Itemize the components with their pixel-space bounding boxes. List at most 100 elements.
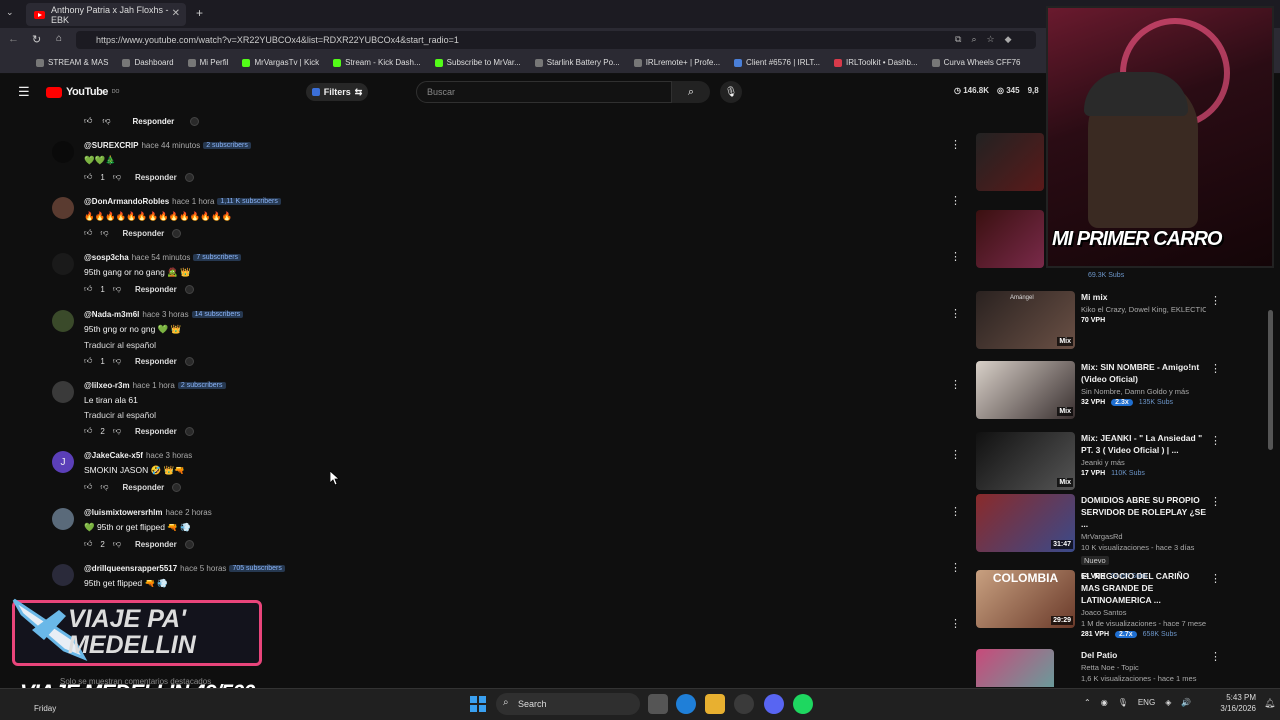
reply-button[interactable]: Responder [133,117,175,126]
close-tab-icon[interactable]: ✕ [172,8,180,19]
dislike-icon[interactable]: 👎︎ [113,539,121,549]
more-options-icon[interactable]: ⋮ [950,378,961,391]
more-options-icon[interactable]: ⋮ [1210,362,1221,375]
video-thumbnail[interactable] [976,133,1044,191]
youtube-logo[interactable]: YouTube DO [46,86,119,98]
video-thumbnail[interactable]: Mix [976,361,1075,419]
more-options-icon[interactable]: ⋮ [1210,294,1221,307]
reply-button[interactable]: Responder [135,357,177,366]
obs-icon[interactable] [734,694,754,714]
extension-icon[interactable]: ◆ [1005,34,1012,45]
more-options-icon[interactable]: ⋮ [950,307,961,320]
back-icon[interactable]: ← [8,33,19,45]
dislike-icon[interactable]: 👎︎ [113,426,121,436]
notification-icon[interactable]: 🔔︎ [1264,698,1275,709]
search-button[interactable]: ⌕ [672,81,710,103]
bookmark-item[interactable]: Stream - Kick Dash... [333,58,421,67]
wifi-icon[interactable]: ◈ [1165,698,1171,707]
reply-button[interactable]: Responder [135,427,177,436]
dislike-icon[interactable]: 👎︎ [102,116,110,126]
sidebar-video[interactable]: Mix Mix: JEANKI - " La Ansiedad " PT. 3 … [976,432,1216,492]
new-tab-icon[interactable]: + [196,6,203,20]
video-thumbnail[interactable]: 31:47 [976,494,1075,552]
avatar[interactable] [52,253,74,275]
video-title[interactable]: Mi mix [1081,291,1206,303]
menu-icon[interactable]: ☰ [18,84,30,100]
avatar[interactable] [52,141,74,163]
dislike-icon[interactable]: 👎︎ [113,356,121,366]
comment-author[interactable]: @SUREXCRIP [84,141,138,150]
like-icon[interactable]: 👍︎ [84,172,92,182]
open-app-icon[interactable]: ⧉ [955,34,961,45]
bookmark-item[interactable]: IRLremote+ | Profe... [633,58,720,67]
like-icon[interactable]: 👍︎ [84,284,92,294]
comment-author[interactable]: @drillqueensrapper5517 [84,564,177,573]
voice-search-button[interactable]: 🎙 [720,81,742,103]
avatar[interactable] [52,197,74,219]
more-options-icon[interactable]: ⋮ [1210,434,1221,447]
comment-author[interactable]: @sosp3cha [84,253,129,262]
more-options-icon[interactable]: ⋮ [1210,495,1221,508]
sidebar-video[interactable]: 31:47 DOMIDIOS ABRE SU PROPIO SERVIDOR D… [976,494,1216,580]
avatar[interactable] [52,508,74,530]
comment-author[interactable]: @DonArmandoRobles [84,197,169,206]
reply-button[interactable]: Responder [123,229,165,238]
dislike-icon[interactable]: 👎︎ [113,284,121,294]
network-icon[interactable]: ◉ [1101,698,1108,707]
reply-button[interactable]: Responder [135,540,177,549]
comment-author[interactable]: @luismixtowersrhlm [84,508,163,517]
more-options-icon[interactable]: ⋮ [1210,650,1221,663]
more-options-icon[interactable]: ⋮ [1210,572,1221,585]
spotify-icon[interactable] [793,694,813,714]
sidebar-video[interactable]: Del Patio Retta Noe - Topic 1,6 K visual… [976,649,1216,687]
chevron-up-icon[interactable]: ⌃ [1084,698,1091,707]
sidebar-video[interactable]: Amángel Mix Mi mix Kiko el Crazy, Dowel … [976,291,1216,351]
address-bar[interactable]: https://www.youtube.com/watch?v=XR22YUBC… [76,31,1036,49]
bookmark-item[interactable]: Client #6576 | IRLT... [734,58,820,67]
more-options-icon[interactable]: ⋮ [950,250,961,263]
video-title[interactable]: Mix: SIN NOMBRE - Amigo!nt (Video Oficia… [1081,361,1206,385]
file-explorer-icon[interactable] [705,694,725,714]
reply-button[interactable]: Responder [135,285,177,294]
edge-browser-icon[interactable] [676,694,696,714]
favorite-star-icon[interactable]: ☆ [986,34,994,45]
comment-author[interactable]: @lilxeo-r3m [84,381,130,390]
dislike-icon[interactable]: 👎︎ [100,482,108,492]
discord-icon[interactable] [764,694,784,714]
task-view-icon[interactable] [648,694,668,714]
dislike-icon[interactable]: 👎︎ [113,172,121,182]
translate-link[interactable]: Traducir al español [84,410,644,420]
like-icon[interactable]: 👍︎ [84,539,92,549]
reload-icon[interactable]: ↻ [32,33,41,46]
microphone-icon[interactable]: 🎙 [1118,698,1128,707]
taskbar-search[interactable]: ⌕ Search [496,693,640,715]
video-title[interactable]: DOMIDIOS ABRE SU PROPIO SERVIDOR DE ROLE… [1081,494,1206,530]
reply-button[interactable]: Responder [135,173,177,182]
browser-tab[interactable]: Anthony Patria x Jah Floxhs - EBK ✕ [26,3,186,26]
page-scrollbar[interactable] [1268,310,1273,450]
more-options-icon[interactable]: ⋮ [950,448,961,461]
bookmark-item[interactable]: Subscribe to MrVar... [434,58,521,67]
more-options-icon[interactable]: ⋮ [950,194,961,207]
taskbar-clock[interactable]: 5:43 PM 3/16/2026 [1214,692,1256,714]
volume-icon[interactable]: 🔊 [1181,698,1191,707]
dislike-icon[interactable]: 👎︎ [100,228,108,238]
bookmark-item[interactable]: STREAM & MAS [36,58,108,67]
video-thumbnail[interactable]: Amángel Mix [976,291,1075,349]
video-thumbnail[interactable] [976,649,1054,687]
video-thumbnail[interactable] [976,210,1044,268]
avatar[interactable] [52,310,74,332]
video-title[interactable]: Del Patio [1081,649,1206,661]
like-icon[interactable]: 👍︎ [84,116,92,126]
filters-button[interactable]: Filters ⇆ [306,83,368,101]
sidebar-video[interactable]: Mix Mix: SIN NOMBRE - Amigo!nt (Video Of… [976,361,1216,421]
video-thumbnail[interactable]: Mix [976,432,1075,490]
bookmark-item[interactable]: Starlink Battery Po... [534,58,620,67]
bookmark-item[interactable]: Mi Perfil [187,58,228,67]
language-indicator[interactable]: ENG [1138,698,1155,707]
tab-list-icon[interactable]: ⌄ [6,7,14,18]
like-icon[interactable]: 👍︎ [84,228,92,238]
translate-link[interactable]: Traducir al español [84,340,644,350]
reply-button[interactable]: Responder [123,483,165,492]
sidebar-video[interactable]: COLOMBIA 29:29 EL NEGOCIO DEL CARIÑO MAS… [976,570,1216,638]
